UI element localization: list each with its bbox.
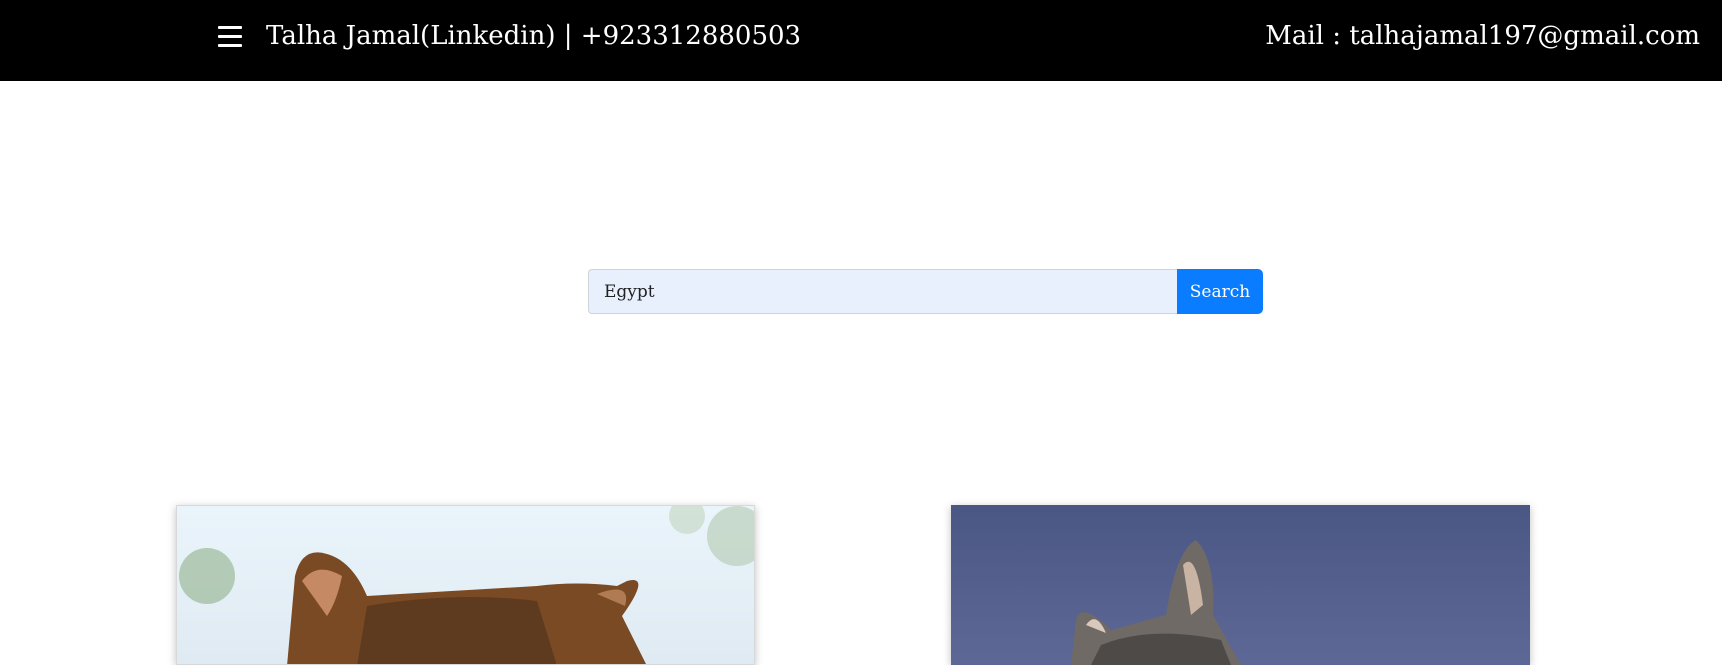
hamburger-menu-icon[interactable] (218, 18, 246, 54)
contact-email[interactable]: Mail : talhajamal197@gmail.com (1265, 18, 1700, 54)
cat-photo (179, 506, 754, 664)
search-button[interactable]: Search (1177, 269, 1263, 314)
search-input[interactable] (588, 269, 1177, 314)
result-card-image[interactable] (176, 505, 755, 665)
top-navbar: Talha Jamal(Linkedin) | +923312880503 Ma… (0, 0, 1722, 81)
search-form: Search (588, 269, 1263, 314)
brand-link[interactable]: Talha Jamal(Linkedin) | +923312880503 (266, 18, 801, 54)
cat-photo (1071, 540, 1241, 665)
result-card-image[interactable] (951, 505, 1530, 665)
